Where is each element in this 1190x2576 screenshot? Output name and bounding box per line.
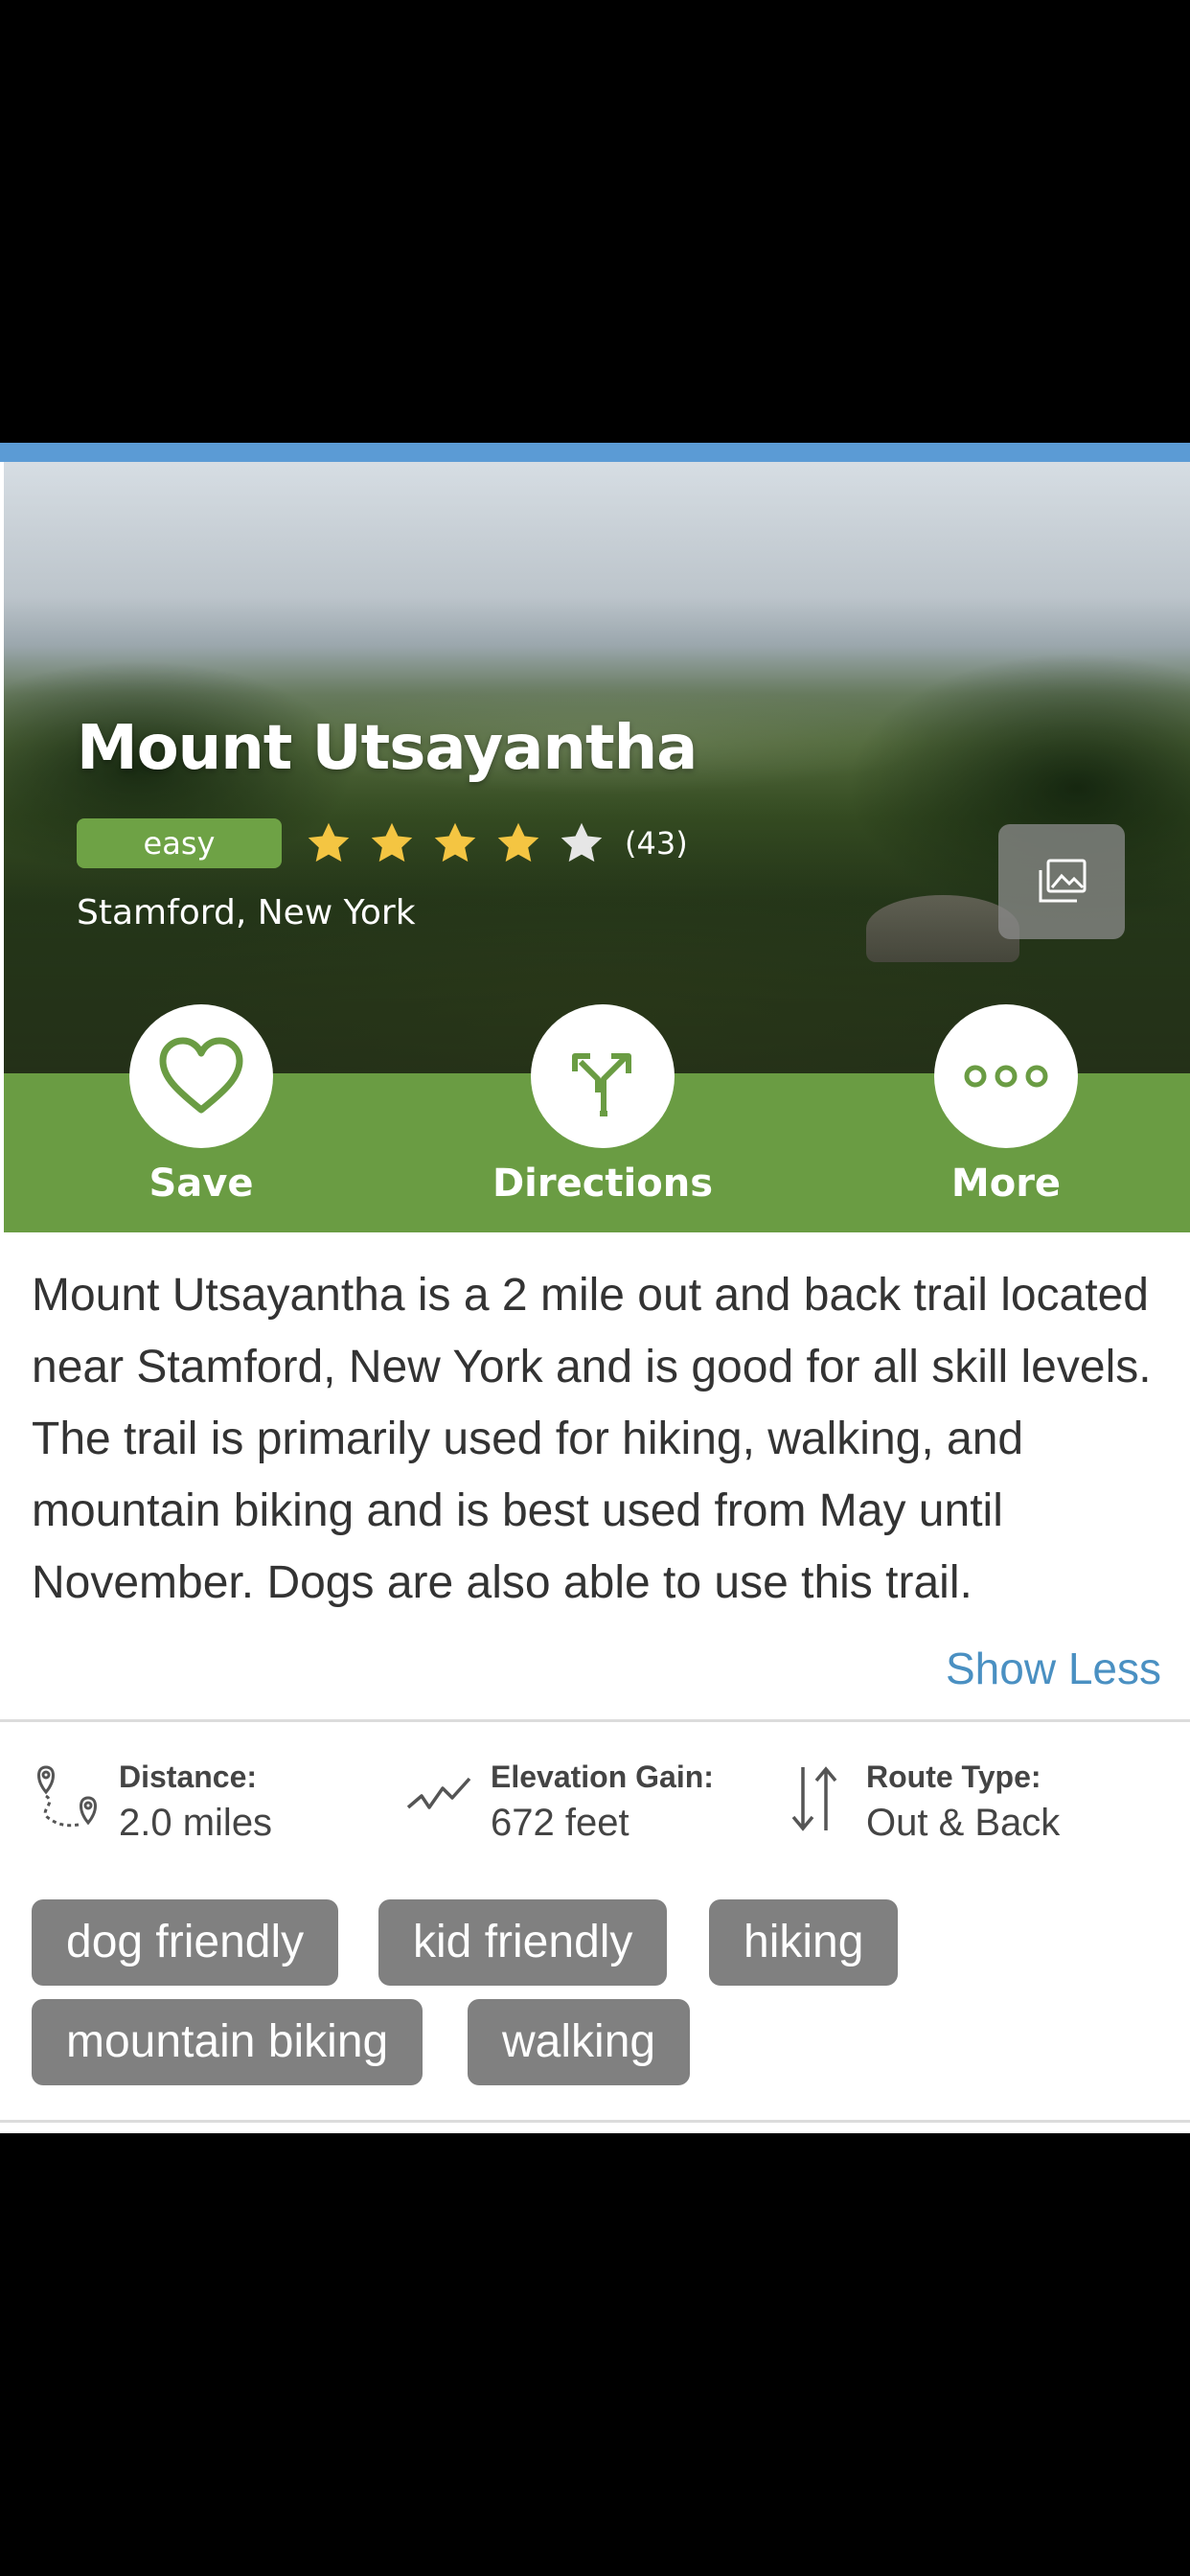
trail-hero-photo[interactable]: Mount Utsayantha easy (43) Stamford, New… bbox=[4, 462, 1190, 1073]
divider bbox=[0, 2120, 1190, 2123]
heart-icon bbox=[159, 1037, 243, 1114]
save-action[interactable]: Save bbox=[86, 1004, 316, 1206]
directions-icon bbox=[572, 1053, 631, 1116]
trail-description: Mount Utsayantha is a 2 mile out and bac… bbox=[32, 1270, 1152, 1608]
tag-chip[interactable]: kid friendly bbox=[378, 1899, 668, 1986]
elevation-stat: Elevation Gain: 672 feet bbox=[406, 1754, 770, 1844]
trail-location: Stamford, New York bbox=[77, 893, 416, 932]
photo-gallery-icon bbox=[1039, 859, 1087, 903]
photo-gallery-button[interactable] bbox=[998, 824, 1125, 939]
star-icon bbox=[497, 822, 539, 862]
more-dots-icon bbox=[964, 1065, 1048, 1088]
action-bar: Save Directions More bbox=[4, 1004, 1190, 1232]
distance-stat: Distance: 2.0 miles bbox=[33, 1754, 397, 1844]
trail-card: Mount Utsayantha easy (43) Stamford, New… bbox=[0, 443, 1190, 2133]
route-arrows-icon bbox=[791, 1766, 837, 1831]
rating-stars: (43) bbox=[305, 818, 688, 868]
distance-label: Distance: bbox=[119, 1760, 258, 1794]
route-type-stat: Route Type: Out & Back bbox=[786, 1754, 1169, 1844]
save-button[interactable] bbox=[129, 1004, 273, 1148]
show-less-link[interactable]: Show Less bbox=[946, 1643, 1161, 1694]
route-type-value: Out & Back bbox=[866, 1802, 1061, 1844]
divider bbox=[0, 1719, 1190, 1722]
top-strip bbox=[0, 443, 1190, 462]
tag-chip[interactable]: hiking bbox=[709, 1899, 899, 1986]
elevation-value: 672 feet bbox=[491, 1802, 629, 1844]
distance-pins-icon bbox=[37, 1765, 97, 1828]
more-label: More bbox=[950, 1162, 1062, 1206]
difficulty-badge: easy bbox=[77, 818, 282, 868]
star-icon bbox=[561, 822, 603, 862]
route-type-label: Route Type: bbox=[866, 1760, 1041, 1794]
star-icon bbox=[308, 822, 350, 862]
tag-chip[interactable]: walking bbox=[468, 1999, 691, 2085]
star-icon bbox=[371, 822, 413, 862]
tag-chip[interactable]: mountain biking bbox=[32, 1999, 423, 2085]
directions-label: Directions bbox=[492, 1162, 714, 1206]
directions-button[interactable] bbox=[531, 1004, 675, 1148]
trail-title: Mount Utsayantha bbox=[77, 713, 698, 784]
star-icon bbox=[434, 822, 476, 862]
save-label: Save bbox=[149, 1162, 254, 1206]
tag-chip[interactable]: dog friendly bbox=[32, 1899, 339, 1986]
elevation-label: Elevation Gain: bbox=[491, 1760, 714, 1794]
review-count[interactable]: (43) bbox=[625, 825, 688, 862]
directions-action[interactable]: Directions bbox=[488, 1004, 718, 1206]
distance-value: 2.0 miles bbox=[119, 1802, 273, 1844]
more-action[interactable]: More bbox=[891, 1004, 1121, 1206]
more-button[interactable] bbox=[934, 1004, 1078, 1148]
elevation-icon bbox=[406, 1777, 471, 1809]
